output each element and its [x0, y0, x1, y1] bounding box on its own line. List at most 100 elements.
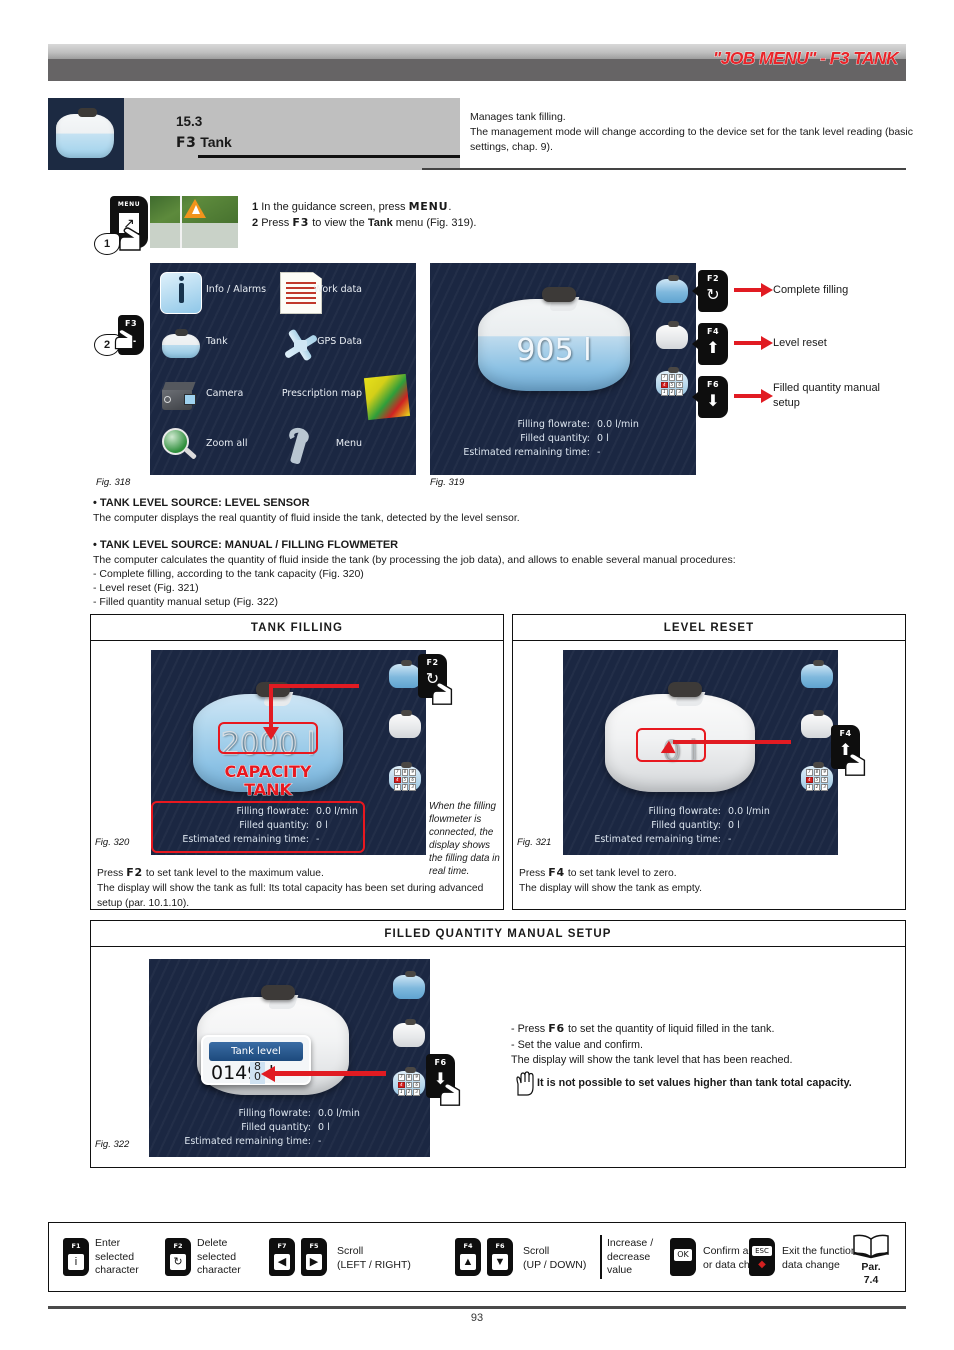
f4-callout-arrow: [734, 336, 773, 350]
step-instructions: 1 In the guidance screen, press MENU. 2 …: [252, 199, 582, 231]
enter-icon: i: [68, 1254, 84, 1270]
f6-key-notch: [692, 392, 698, 402]
ok-icon: OK: [674, 1249, 692, 1261]
menu-grid: Info / Alarms Work data Tank GPS Data Ca…: [150, 263, 416, 475]
data-value: 0 l: [728, 820, 740, 831]
body-paragraph-1: The computer displays the real quantity …: [93, 512, 520, 524]
legend-key-esc[interactable]: ESC ◆: [749, 1238, 775, 1276]
data-label: Filling flowrate:: [238, 1108, 311, 1119]
mini-tank-full-icon[interactable]: [801, 658, 833, 688]
f2-arrow-horizontal: [269, 684, 359, 688]
panel-level-reset-text: Press F4 to set tank level to zero. The …: [519, 865, 899, 896]
data-value: 0 l: [597, 433, 609, 444]
data-row: Filled quantity: 0 l: [430, 432, 696, 446]
f4-arrow-horizontal: [673, 740, 791, 744]
legend-text-scroll-lr: Scroll (LEFT / RIGHT): [337, 1245, 411, 1271]
body-heading-1: • TANK LEVEL SOURCE: LEVEL SENSOR: [93, 497, 310, 509]
f4-callout-text: Level reset: [773, 337, 827, 349]
data-label: Filled quantity:: [520, 433, 590, 444]
guidance-lower-area: [150, 223, 238, 248]
legend-key-f2[interactable]: F2 ↻: [165, 1238, 191, 1276]
step-1: 1 In the guidance screen, press MENU.: [252, 199, 582, 215]
data-value: 0 l: [318, 1122, 330, 1133]
fig319-tank-screen: 905 l 789456123 Filling flowrate: 0.0 l/…: [430, 263, 696, 475]
menu-item-label: Tank: [206, 336, 228, 347]
f2-key-label: F2: [426, 658, 439, 667]
step-1-text: In the guidance screen, press: [261, 201, 409, 213]
mini-tank-empty-icon[interactable]: [656, 319, 688, 349]
menu-item-menu[interactable]: Menu: [284, 421, 412, 473]
legend-key-f7[interactable]: F7 ◀: [269, 1238, 295, 1276]
tank-cap: [541, 287, 576, 302]
menu-item-gps-data[interactable]: GPS Data: [283, 319, 412, 371]
data-value: 0.0 l/min: [728, 806, 770, 817]
fig320-data-highlight: [151, 801, 365, 853]
keypad-grid: 789456123: [806, 769, 828, 791]
fig319-caption: Fig. 319: [430, 477, 465, 488]
mini-tank-full-icon[interactable]: [656, 273, 688, 303]
body-list-item-2: - Level reset (Fig. 321): [93, 582, 199, 594]
legend-key-f5[interactable]: F5 ▶: [301, 1238, 327, 1276]
step-2-number: 2: [252, 217, 259, 229]
mini-keypad-icon[interactable]: 789456123: [389, 760, 421, 791]
mini-tank-empty-icon[interactable]: [389, 708, 421, 738]
up-arrow-icon: ▲: [460, 1254, 476, 1270]
fig322-caption: Fig. 322: [95, 1139, 130, 1150]
f6-callout-arrow: [734, 389, 773, 403]
legend-key-f6[interactable]: F6 ▼: [487, 1238, 513, 1276]
legend-key-f1[interactable]: F1 i: [63, 1238, 89, 1276]
legend-key-ok[interactable]: OK: [670, 1238, 696, 1276]
pointing-hand-icon-2: [114, 328, 134, 350]
esc-icon: ESC: [752, 1246, 772, 1256]
menu-item-camera[interactable]: Camera: [154, 371, 282, 423]
menu-item-work-data[interactable]: Work data: [280, 267, 412, 319]
data-row: Filling flowrate: 0.0 l/min: [430, 418, 696, 432]
down-arrow-icon: ▼: [492, 1254, 508, 1270]
mini-keypad-icon[interactable]: 789456123: [801, 760, 833, 791]
text-post: to set tank level to zero.: [564, 868, 677, 879]
f6-key-label: F6: [434, 1058, 447, 1067]
data-label: Filling flowrate:: [517, 419, 590, 430]
keypad-grid: 789456123: [661, 374, 683, 396]
panel-level-reset-line1: Press F4 to set tank level to zero.: [519, 865, 899, 881]
f4-key-label: F4: [839, 729, 852, 738]
manual-setup-line1: - Press F6 to set the quantity of liquid…: [511, 1021, 901, 1038]
capacity-label-line2: TANK: [244, 780, 293, 800]
mini-tank-empty-icon[interactable]: [393, 1017, 425, 1047]
legend-key-label: F1: [71, 1242, 81, 1250]
data-value: 0.0 l/min: [597, 419, 639, 430]
guidance-track-line: [180, 196, 182, 248]
complete-filling-icon: ↻: [706, 287, 720, 304]
mini-tank-full-icon[interactable]: [393, 969, 425, 999]
magnifier-icon: [160, 426, 202, 468]
legend-key-f4[interactable]: F4 ▲: [455, 1238, 481, 1276]
menu-item-label: Zoom all: [206, 438, 248, 449]
menu-item-tank[interactable]: Tank: [154, 319, 282, 371]
fig320-caption: Fig. 320: [95, 837, 130, 848]
tank-cap: [668, 682, 702, 697]
mini-keypad-icon[interactable]: 789456123: [393, 1065, 425, 1096]
delete-icon: ↻: [170, 1254, 186, 1270]
legend-key-label: F5: [309, 1242, 319, 1250]
body-list-item-3: - Filled quantity manual setup (Fig. 322…: [93, 596, 279, 608]
manual-page: "JOB MENU" - F3 TANK 15.3 F3 Tank Manage…: [0, 0, 954, 1350]
f6-callout-text: Filled quantity manual setup: [773, 382, 881, 409]
pointing-hand-icon: [432, 682, 453, 705]
tank-level-popup[interactable]: Tank level 0149 8 0 l: [201, 1035, 311, 1085]
f4-key-label: F4: [706, 327, 720, 336]
mini-tank-full-icon[interactable]: [389, 658, 421, 688]
panel-manual-setup-text: - Press F6 to set the quantity of liquid…: [511, 1021, 901, 1069]
key-legend-bar: F1 i Enter selected character F2 ↻ Delet…: [48, 1222, 906, 1292]
menu-item-zoom-all[interactable]: Zoom all: [154, 421, 282, 473]
section-description: Manages tank filling. The management mod…: [470, 111, 913, 153]
fig322-data-readout: Filling flowrate: 0.0 l/min Filled quanti…: [149, 1107, 430, 1149]
pointing-hand-icon: [845, 753, 866, 776]
mini-keypad-icon[interactable]: 789456123: [656, 365, 688, 396]
panel-manual-setup: FILLED QUANTITY MANUAL SETUP Tank level …: [90, 920, 906, 1168]
menu-item-info-alarms[interactable]: Info / Alarms: [154, 267, 282, 319]
f4-key-notch: [692, 339, 698, 349]
menu-item-prescription-map[interactable]: Prescription map: [282, 371, 412, 423]
data-label: Estimated remaining time:: [463, 447, 590, 458]
mini-tank-empty-icon[interactable]: [801, 708, 833, 738]
text-post: to set the quantity of liquid filled in …: [564, 1023, 775, 1035]
